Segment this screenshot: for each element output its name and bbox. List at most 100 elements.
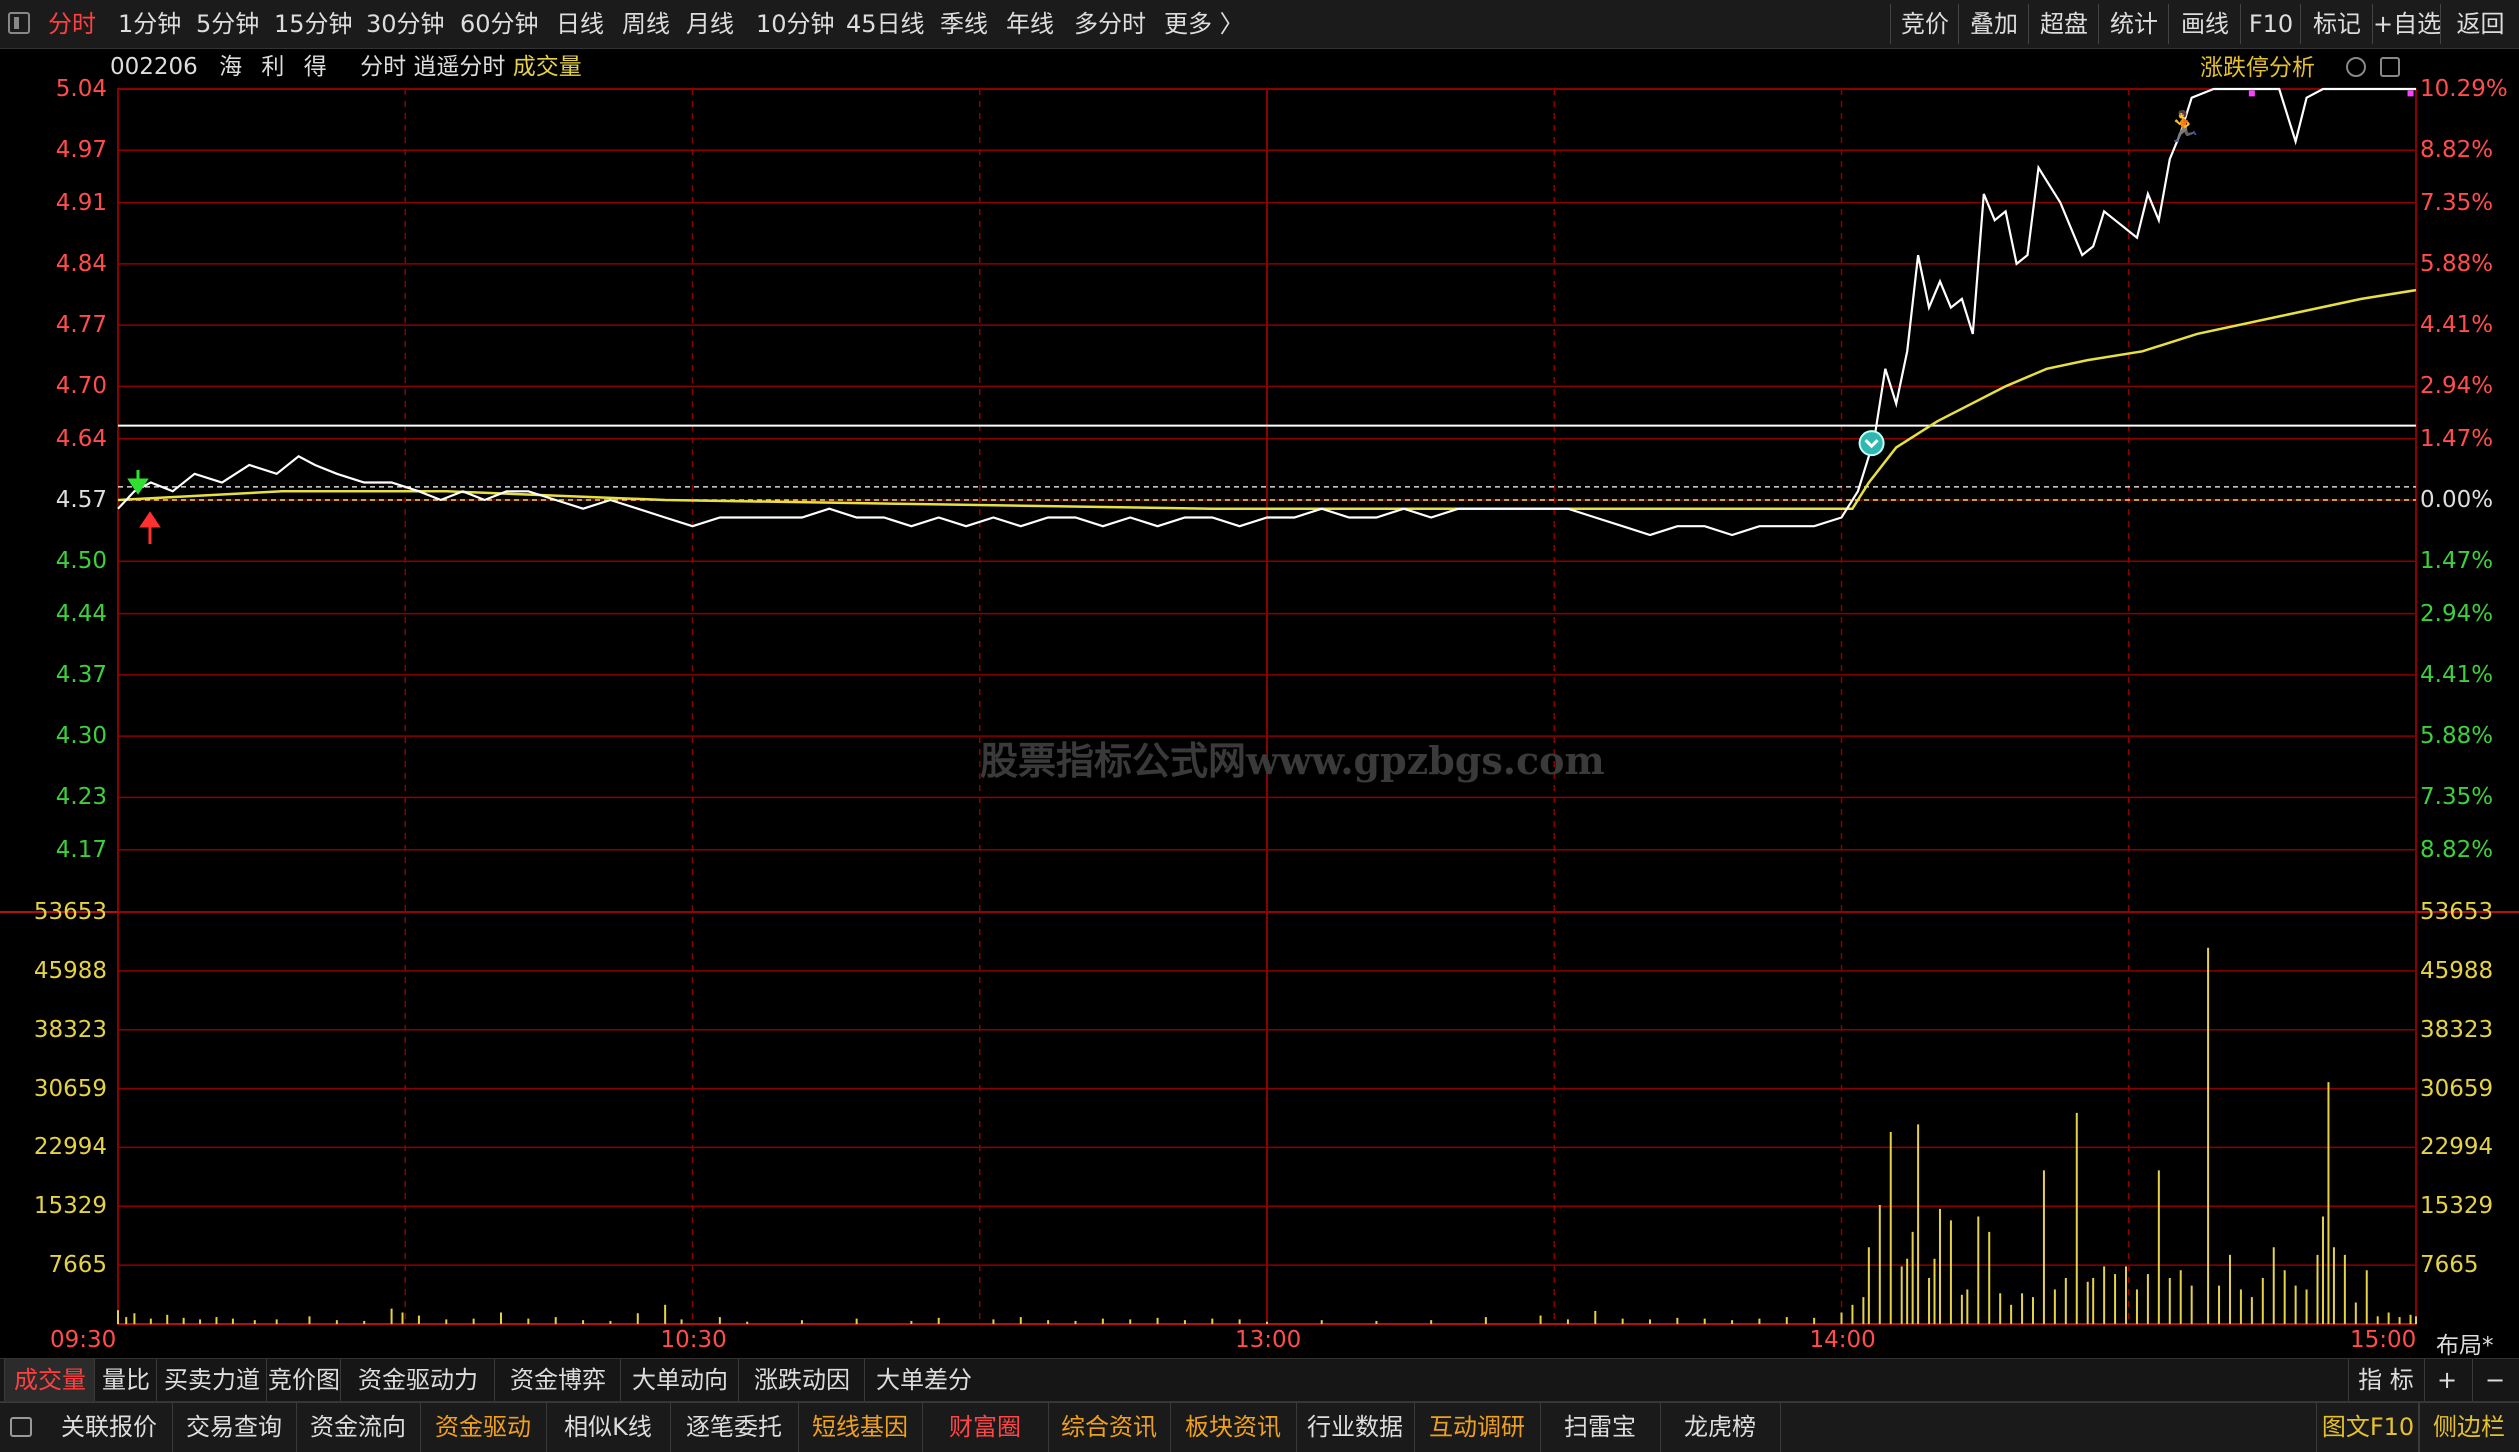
toolbar-button-0[interactable]: 竞价 (1890, 4, 1959, 44)
time-axis-label: 15:00 (2350, 1327, 2417, 1353)
bottom-tab-5[interactable]: 逐笔委托 (670, 1403, 799, 1452)
indicator-tab-4[interactable]: 资金驱动力 (340, 1359, 495, 1401)
timeframe-tab-1[interactable]: 1分钟 (118, 6, 181, 42)
percent-axis-label: 5.88% (2420, 723, 2494, 750)
indicator-tab-8[interactable]: 大单差分 (864, 1359, 983, 1401)
panel-toggle-icon[interactable] (10, 1417, 32, 1437)
timeframe-tab-3[interactable]: 15分钟 (274, 6, 353, 42)
indicator-name[interactable]: 成交量 (513, 54, 582, 80)
chart-canvas: 🏃 (0, 87, 2519, 1325)
toolbar-button-5[interactable]: F10 (2240, 4, 2301, 44)
indicator-control-1[interactable]: + (2424, 1359, 2469, 1401)
layout-toggle-icon[interactable] (8, 12, 30, 34)
bottom-tab-9[interactable]: 板块资讯 (1170, 1403, 1297, 1452)
bottom-tab-12[interactable]: 扫雷宝 (1540, 1403, 1661, 1452)
toolbar-button-6[interactable]: 标记 (2300, 4, 2373, 44)
price-axis-label: 4.97 (55, 137, 107, 164)
bottom-tab-7[interactable]: 财富圈 (922, 1403, 1049, 1452)
chart-mode: 分时 逍遥分时 (360, 54, 506, 80)
indicator-tab-3[interactable]: 竞价图 (266, 1359, 341, 1401)
bottom-tab-2[interactable]: 资金流向 (296, 1403, 421, 1452)
timeframe-tab-4[interactable]: 30分钟 (366, 6, 445, 42)
restore-icon[interactable] (2346, 56, 2366, 77)
percent-axis-label: 5.88% (2420, 250, 2494, 277)
volume-axis-label: 22994 (33, 1134, 107, 1161)
timeframe-tab-10[interactable]: 45日线 (846, 6, 925, 42)
bottom-tab-0[interactable]: 关联报价 (46, 1403, 173, 1452)
timeframe-tab-7[interactable]: 周线 (622, 6, 670, 42)
layout-button[interactable]: 布局* (2436, 1326, 2494, 1360)
percent-axis-label: 2.94% (2420, 373, 2494, 400)
percent-axis-label: 2.94% (2420, 600, 2494, 627)
timeframe-tab-0[interactable]: 分时 (48, 6, 96, 42)
watermark: 股票指标公式网www.gpzbgs.com (980, 738, 1605, 783)
bottom-tab-6[interactable]: 短线基因 (798, 1403, 923, 1452)
bottom-tab-11[interactable]: 互动调研 (1414, 1403, 1541, 1452)
bottom-tab-8[interactable]: 综合资讯 (1048, 1403, 1171, 1452)
timeframe-tab-2[interactable]: 5分钟 (196, 6, 259, 42)
toolbar-button-3[interactable]: 统计 (2098, 4, 2169, 44)
indicator-tab-0[interactable]: 成交量 (4, 1359, 95, 1401)
volume-axis-label: 45988 (33, 957, 107, 984)
timeframe-tab-13[interactable]: 多分时 (1074, 6, 1146, 42)
indicator-control-0[interactable]: 指 标 (2348, 1359, 2423, 1401)
bottom-tab-1[interactable]: 交易查询 (172, 1403, 297, 1452)
time-axis-label: 14:00 (1809, 1327, 1876, 1353)
percent-axis-label: 8.82% (2420, 836, 2494, 863)
timeframe-tab-14[interactable]: 更多 〉 (1164, 6, 1244, 42)
toolbar-button-2[interactable]: 超盘 (2028, 4, 2099, 44)
price-axis-label: 4.37 (55, 661, 107, 688)
bottom-right-0[interactable]: 图文F10 (2316, 1403, 2420, 1452)
timeframe-tab-5[interactable]: 60分钟 (460, 6, 539, 42)
stock-info-line: 002206 海 利 得 分时 逍遥分时 成交量 (110, 50, 582, 84)
bottom-tab-4[interactable]: 相似K线 (546, 1403, 671, 1452)
time-axis-label: 13:00 (1235, 1327, 1302, 1353)
bottom-tab-13[interactable]: 龙虎榜 (1660, 1403, 1781, 1452)
sell-arrow-icon (127, 470, 149, 495)
timeframe-tab-6[interactable]: 日线 (556, 6, 604, 42)
indicator-tab-2[interactable]: 买卖力道 (156, 1359, 267, 1401)
volume-axis-label-right: 15329 (2420, 1193, 2494, 1220)
price-axis-label: 4.44 (55, 600, 107, 627)
indicator-tab-1[interactable]: 量比 (94, 1359, 157, 1401)
price-axis-label: 4.77 (55, 312, 107, 339)
volume-axis-label-right: 22994 (2420, 1134, 2494, 1161)
volume-axis-label-right: 53653 (2420, 899, 2494, 925)
signal-circle-icon (1858, 430, 1885, 457)
bottom-right-1[interactable]: 侧边栏 (2418, 1403, 2519, 1452)
bottom-tab-3[interactable]: 资金驱动 (420, 1403, 547, 1452)
top-toolbar: 分时 1分钟 5分钟 15分钟 30分钟 60分钟 日线 周线 月线 10分钟 45日线 季线 年线 多分… (0, 0, 2519, 49)
volume-axis-label: 15329 (33, 1193, 107, 1220)
volume-axis-label: 38323 (33, 1016, 107, 1043)
indicator-tab-6[interactable]: 大单动向 (620, 1359, 739, 1401)
limit-analysis-link[interactable]: 涨跌停分析 (2200, 52, 2315, 84)
toolbar-button-7[interactable]: +自选 (2372, 4, 2441, 44)
limit-marker-1 (2248, 90, 2255, 97)
percent-axis-label: 7.35% (2420, 784, 2494, 811)
maximize-icon[interactable] (2380, 56, 2400, 77)
chart-window-controls (2346, 56, 2414, 77)
price-axis-label: 4.30 (55, 723, 107, 750)
volume-axis-label-right: 45988 (2420, 957, 2494, 984)
time-axis-label: 09:30 (50, 1327, 117, 1353)
volume-axis-label-right: 38323 (2420, 1016, 2494, 1043)
percent-axis-label: 7.35% (2420, 189, 2494, 216)
indicator-tab-7[interactable]: 涨跌动因 (738, 1359, 865, 1401)
indicator-tab-bar: 成交量 量比 买卖力道 竞价图 资金驱动力 资金博弈 大单动向 涨跌动因 大单差分 指 标 + − (0, 1358, 2519, 1402)
indicator-control-2[interactable]: − (2472, 1359, 2517, 1401)
timeframe-tab-12[interactable]: 年线 (1006, 6, 1054, 42)
price-axis-label: 4.57 (55, 487, 107, 513)
stock-name: 海 利 得 (219, 54, 333, 80)
limit-marker-2 (2407, 90, 2414, 97)
price-axis-label: 4.17 (55, 836, 107, 863)
bottom-function-bar: 关联报价 交易查询 资金流向 资金驱动 相似K线 逐笔委托 短线基因 财富圈 综合资讯 板块资讯行… (0, 1402, 2519, 1452)
timeframe-tab-9[interactable]: 10分钟 (756, 6, 835, 42)
timeframe-tab-8[interactable]: 月线 (686, 6, 734, 42)
bottom-tab-10[interactable]: 行业数据 (1296, 1403, 1415, 1452)
toolbar-button-1[interactable]: 叠加 (1958, 4, 2029, 44)
toolbar-button-8[interactable]: 返回 (2440, 4, 2519, 44)
percent-axis-label: 1.47% (2420, 548, 2494, 575)
toolbar-button-4[interactable]: 画线 (2168, 4, 2241, 44)
indicator-tab-5[interactable]: 资金博弈 (494, 1359, 621, 1401)
timeframe-tab-11[interactable]: 季线 (940, 6, 988, 42)
